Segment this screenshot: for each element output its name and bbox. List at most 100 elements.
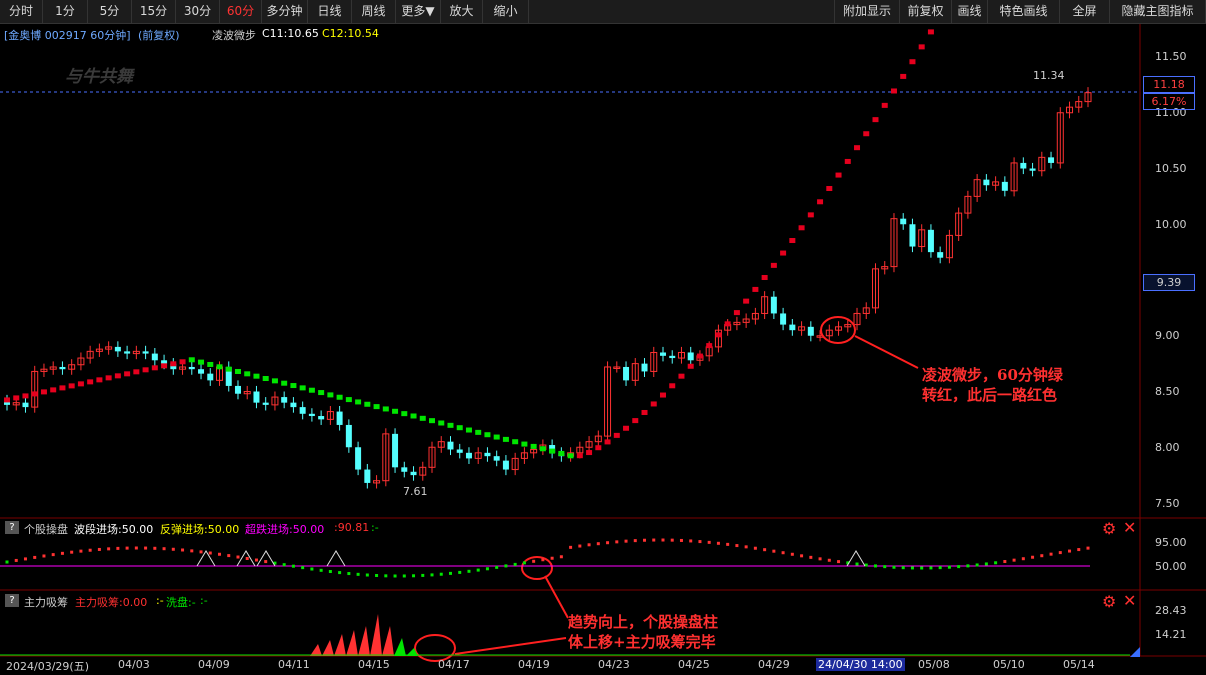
trend-dot bbox=[105, 375, 112, 381]
oscillator-dot bbox=[753, 546, 757, 550]
oscillator-dot bbox=[726, 542, 730, 546]
y-tick: 8.00 bbox=[1155, 441, 1180, 454]
trend-dot bbox=[724, 321, 731, 327]
panel2-label4: :90.81 bbox=[334, 521, 370, 534]
oscillator-dot bbox=[134, 546, 138, 550]
zoom-out-button[interactable]: 缩小 bbox=[483, 0, 529, 23]
oscillator-dot bbox=[790, 552, 794, 556]
oscillator-dot bbox=[513, 562, 517, 566]
tab-daily[interactable]: 日线 bbox=[308, 0, 352, 23]
oscillator-dot bbox=[1058, 551, 1062, 555]
candle-body bbox=[1048, 157, 1055, 163]
special-draw-button[interactable]: 特色画线 bbox=[988, 0, 1060, 23]
trend-dot bbox=[456, 425, 463, 431]
extra-display-button[interactable]: 附加显示 bbox=[834, 0, 900, 23]
x-tick: 05/10 bbox=[993, 658, 1025, 671]
tab-60min[interactable]: 60分 bbox=[220, 0, 262, 23]
settings-gear-icon[interactable]: ⚙ bbox=[1102, 592, 1116, 611]
x-tick: 04/11 bbox=[278, 658, 310, 671]
panel2-label2: 反弹进场:50.00 bbox=[160, 523, 240, 536]
help-icon[interactable]: ? bbox=[5, 521, 19, 534]
zoom-in-button[interactable]: 放大 bbox=[441, 0, 483, 23]
oscillator-dot bbox=[301, 566, 305, 570]
oscillator-dot bbox=[338, 571, 342, 575]
chart-canvas[interactable] bbox=[0, 24, 1206, 675]
oscillator-dot bbox=[901, 566, 905, 570]
y-tick: 11.50 bbox=[1155, 50, 1187, 63]
tab-30min[interactable]: 30分 bbox=[176, 0, 220, 23]
oscillator-dot bbox=[689, 539, 693, 543]
candle-body bbox=[364, 469, 371, 483]
trend-dot bbox=[96, 377, 103, 383]
x-tick: 04/25 bbox=[678, 658, 710, 671]
oscillator-dot bbox=[328, 570, 332, 574]
x-tick: 2024/03/29(五) bbox=[6, 660, 89, 673]
trend-dot bbox=[918, 44, 925, 50]
trend-dot bbox=[641, 409, 648, 415]
oscillator-dot bbox=[763, 548, 767, 552]
oscillator-dot bbox=[282, 563, 286, 567]
oscillator-dot bbox=[873, 564, 877, 568]
more-dropdown[interactable]: 更多▼ bbox=[396, 0, 441, 23]
trend-dot bbox=[706, 343, 713, 349]
candle-body bbox=[623, 366, 630, 381]
oscillator-dot bbox=[578, 544, 582, 548]
signal-triangle bbox=[256, 550, 276, 567]
indicator-c2: C12:10.54 bbox=[322, 27, 379, 40]
tab-multi-min[interactable]: 多分钟 bbox=[262, 0, 308, 23]
oscillator-dot bbox=[929, 566, 933, 570]
close-icon[interactable]: ✕ bbox=[1123, 591, 1136, 610]
candle-body bbox=[124, 351, 131, 354]
candle-body bbox=[281, 397, 288, 403]
oscillator-dot bbox=[883, 565, 887, 569]
oscillator-dot bbox=[162, 547, 166, 551]
trend-dot bbox=[447, 422, 454, 428]
oscillator-dot bbox=[448, 571, 452, 575]
oscillator-dot bbox=[947, 565, 951, 569]
forward-adjust-button[interactable]: 前复权 bbox=[900, 0, 952, 23]
trend-dot bbox=[475, 429, 482, 435]
oscillator-dot bbox=[60, 551, 64, 555]
candle-body bbox=[392, 433, 399, 468]
tab-1min[interactable]: 1分 bbox=[43, 0, 88, 23]
trend-dot bbox=[696, 353, 703, 359]
tab-5min[interactable]: 5分 bbox=[88, 0, 132, 23]
oscillator-dot bbox=[1031, 555, 1035, 559]
settings-gear-icon[interactable]: ⚙ bbox=[1102, 519, 1116, 538]
oscillator-dot bbox=[698, 540, 702, 544]
oscillator-dot bbox=[144, 546, 148, 550]
trend-dot bbox=[761, 275, 768, 281]
oscillator-dot bbox=[643, 538, 647, 542]
oscillator-dot bbox=[1003, 560, 1007, 564]
hide-indicator-button[interactable]: 隐藏主图指标 bbox=[1110, 0, 1206, 23]
candle-body bbox=[789, 324, 796, 331]
candle-body bbox=[641, 363, 648, 372]
fullscreen-button[interactable]: 全屏 bbox=[1060, 0, 1110, 23]
trend-dot bbox=[743, 298, 750, 304]
adjust-label: (前复权) bbox=[138, 29, 180, 42]
close-icon[interactable]: ✕ bbox=[1123, 518, 1136, 537]
oscillator-dot bbox=[254, 558, 258, 562]
tab-15min[interactable]: 15分 bbox=[132, 0, 176, 23]
panel2-label1: 波段进场:50.00 bbox=[74, 523, 154, 536]
trend-dot bbox=[623, 425, 630, 431]
trend-dot bbox=[410, 413, 417, 419]
candle-body bbox=[253, 391, 260, 403]
trend-dot bbox=[401, 411, 408, 417]
oscillator-dot bbox=[245, 556, 249, 560]
oscillator-dot bbox=[1086, 546, 1090, 550]
candle-body bbox=[493, 456, 500, 461]
help-icon[interactable]: ? bbox=[5, 594, 19, 607]
candle-body bbox=[318, 416, 325, 420]
trend-dot bbox=[576, 453, 583, 459]
accumulation-bar bbox=[382, 626, 394, 656]
trend-dot bbox=[780, 250, 787, 256]
tab-weekly[interactable]: 周线 bbox=[352, 0, 396, 23]
oscillator-dot bbox=[827, 558, 831, 562]
oscillator-dot bbox=[606, 541, 610, 545]
draw-line-button[interactable]: 画线 bbox=[952, 0, 988, 23]
oscillator-dot bbox=[1021, 557, 1025, 561]
trend-dot bbox=[659, 392, 666, 398]
trend-dot bbox=[40, 389, 47, 395]
tab-fenshi[interactable]: 分时 bbox=[0, 0, 43, 23]
